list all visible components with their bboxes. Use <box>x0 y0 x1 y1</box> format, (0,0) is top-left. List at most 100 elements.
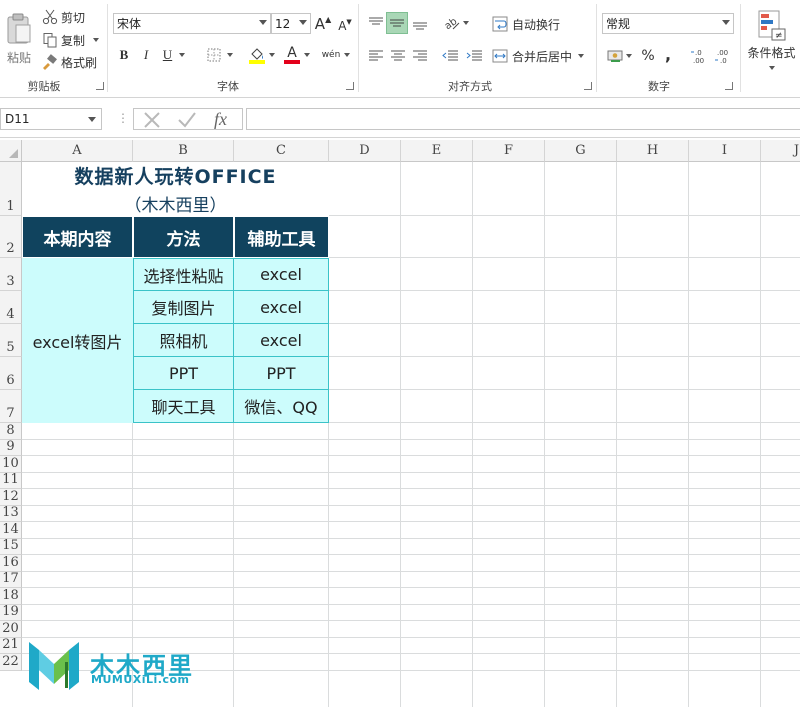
column-header-j[interactable]: J <box>761 140 800 162</box>
number-launcher[interactable] <box>725 82 733 90</box>
column-header-c[interactable]: C <box>234 140 329 162</box>
merged-content-cell[interactable]: excel转图片 <box>22 258 133 423</box>
column-header-a[interactable]: A <box>22 140 133 162</box>
orientation-button[interactable]: ab <box>441 12 471 34</box>
row-header-19[interactable]: 19 <box>0 604 22 621</box>
column-header-e[interactable]: E <box>401 140 473 162</box>
row-header-9[interactable]: 9 <box>0 439 22 456</box>
header-cell-content[interactable]: 本期内容 <box>22 216 133 258</box>
method-cell[interactable]: 聊天工具 <box>133 389 234 423</box>
font-size-combo[interactable]: 12 <box>271 13 311 34</box>
method-cell[interactable]: 照相机 <box>133 323 234 357</box>
increase-indent-button[interactable] <box>464 45 484 67</box>
formula-input[interactable] <box>246 108 800 130</box>
row-header-label: 19 <box>2 604 19 619</box>
enter-icon[interactable] <box>177 111 197 132</box>
font-launcher[interactable] <box>346 82 354 90</box>
method-cell[interactable]: PPT <box>133 356 234 390</box>
italic-button[interactable]: I <box>137 45 155 65</box>
bold-button[interactable]: B <box>115 45 133 65</box>
number-format-combo[interactable]: 常规 <box>602 13 734 34</box>
row-header-13[interactable]: 13 <box>0 505 22 522</box>
row-header-6[interactable]: 6 <box>0 357 22 390</box>
font-name-combo[interactable]: 宋体 <box>113 13 271 34</box>
row-header-8[interactable]: 8 <box>0 423 22 440</box>
tool-cell[interactable]: 微信、QQ <box>233 389 329 423</box>
column-header-i[interactable]: I <box>689 140 761 162</box>
name-box[interactable]: D11 <box>0 108 102 130</box>
underline-button[interactable]: U <box>159 45 189 65</box>
paste-button[interactable]: 粘贴 <box>2 6 36 72</box>
row-header-2[interactable]: 2 <box>0 216 22 258</box>
comma-button[interactable]: , <box>662 43 674 65</box>
tool-cell[interactable]: excel <box>233 323 329 357</box>
row-header-1[interactable]: 1 <box>0 162 22 216</box>
row-header-11[interactable]: 11 <box>0 472 22 489</box>
copy-dropdown-arrow[interactable] <box>93 38 100 42</box>
row-header-10[interactable]: 10 <box>0 456 22 473</box>
decrease-decimal-button[interactable]: .00.0 <box>714 45 734 67</box>
align-top-button[interactable] <box>366 12 386 34</box>
row-header-16[interactable]: 16 <box>0 555 22 572</box>
column-header-b[interactable]: B <box>133 140 234 162</box>
tool-cell[interactable]: PPT <box>233 356 329 390</box>
accounting-format-button[interactable] <box>604 45 634 67</box>
row-header-7[interactable]: 7 <box>0 390 22 423</box>
row-header-label: 14 <box>2 521 19 537</box>
gridline <box>22 603 800 605</box>
row-header-17[interactable]: 17 <box>0 571 22 588</box>
align-left-button[interactable] <box>366 45 386 67</box>
align-bottom-button[interactable] <box>410 12 430 34</box>
row-header-4[interactable]: 4 <box>0 291 22 324</box>
cut-button[interactable]: 剪切 <box>42 8 85 26</box>
row-header-20[interactable]: 20 <box>0 621 22 638</box>
insert-function-icon[interactable]: fx <box>214 109 227 130</box>
column-header-g[interactable]: G <box>545 140 617 162</box>
gridline <box>22 438 800 440</box>
tool-cell[interactable]: excel <box>233 258 329 291</box>
merge-center-button[interactable]: 合并后居中 <box>492 45 585 67</box>
clipboard-launcher[interactable] <box>96 82 104 90</box>
shrink-font-button[interactable]: A ▼ <box>337 16 353 36</box>
row-header-15[interactable]: 15 <box>0 538 22 555</box>
chevron-down-icon <box>88 117 96 122</box>
phonetic-button[interactable]: wén <box>321 44 351 66</box>
chevron-down-icon <box>768 65 775 70</box>
column-header-d[interactable]: D <box>329 140 401 162</box>
row-header-21[interactable]: 21 <box>0 637 22 654</box>
fill-color-button[interactable] <box>245 45 277 65</box>
conditional-format-button[interactable]: ≠ 条件格式 <box>743 6 800 72</box>
format-painter-button[interactable]: 格式刷 <box>42 53 97 71</box>
font-color-button[interactable]: A <box>281 44 313 66</box>
header-cell-tool[interactable]: 辅助工具 <box>234 216 329 258</box>
column-header-h[interactable]: H <box>617 140 689 162</box>
percent-button[interactable]: % <box>640 45 656 67</box>
tool-cell[interactable]: excel <box>233 290 329 324</box>
grow-font-button[interactable]: A ▲ <box>315 14 331 34</box>
row-header-22[interactable]: 22 <box>0 654 22 671</box>
worksheet-grid[interactable]: A B C D E F G H I J 1 2 3 4 5 6 7 8 9 10… <box>0 140 800 707</box>
align-middle-button[interactable] <box>386 12 408 34</box>
cancel-icon[interactable] <box>143 111 161 132</box>
alignment-launcher[interactable] <box>584 82 592 90</box>
row-header-12[interactable]: 12 <box>0 489 22 506</box>
copy-button[interactable]: 复制 <box>42 31 100 49</box>
title-cell[interactable]: 数据新人玩转OFFICE （木木西里） <box>22 162 329 216</box>
row-header-18[interactable]: 18 <box>0 588 22 605</box>
borders-button[interactable] <box>203 45 235 65</box>
row-header-3[interactable]: 3 <box>0 258 22 291</box>
method-cell[interactable]: 复制图片 <box>133 290 234 324</box>
sheet-subtitle: （木木西里） <box>124 196 227 216</box>
decrease-indent-button[interactable] <box>440 45 460 67</box>
column-header-f[interactable]: F <box>473 140 545 162</box>
increase-decimal-button[interactable]: .0.00 <box>690 45 710 67</box>
row-header-14[interactable]: 14 <box>0 522 22 539</box>
method-cell[interactable]: 选择性粘贴 <box>133 258 234 291</box>
wrap-text-button[interactable]: 自动换行 <box>492 13 560 35</box>
drag-handle-icon[interactable]: ⋮ <box>117 111 129 125</box>
select-all-corner[interactable] <box>0 140 22 162</box>
align-right-button[interactable] <box>410 45 430 67</box>
align-center-button[interactable] <box>388 45 408 67</box>
header-cell-method[interactable]: 方法 <box>133 216 234 258</box>
row-header-5[interactable]: 5 <box>0 324 22 357</box>
